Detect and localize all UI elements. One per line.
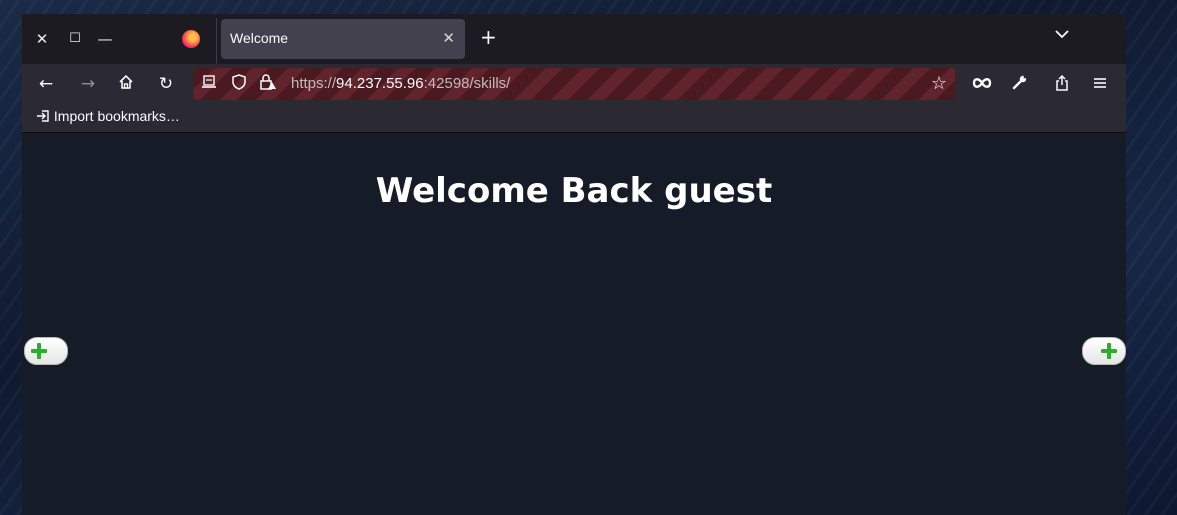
private-browsing-icon [201, 74, 217, 95]
tracking-protection-shield-icon[interactable] [231, 74, 247, 95]
add-button-right[interactable] [1082, 337, 1126, 365]
maximize-window-icon[interactable]: ☐ [65, 29, 85, 49]
bookmark-star-icon[interactable]: ☆ [931, 73, 947, 94]
browser-window: ✕ ☐ — Welcome ✕ + ← → ↻ https://94.237.5… [22, 14, 1126, 515]
tab-welcome[interactable]: Welcome ✕ [221, 19, 465, 59]
tab-separator [216, 18, 217, 64]
import-icon [37, 110, 49, 122]
infinity-icon[interactable] [972, 74, 992, 94]
url-text[interactable]: https://94.237.55.96:42598/skills/ [291, 75, 510, 92]
chevron-down-icon [1055, 30, 1069, 39]
back-button[interactable]: ← [36, 74, 56, 94]
menu-icon[interactable] [1090, 74, 1110, 94]
wrench-icon[interactable] [1010, 74, 1030, 94]
close-window-icon[interactable]: ✕ [32, 29, 52, 49]
list-all-tabs-button[interactable] [1054, 28, 1070, 44]
forward-button[interactable]: → [78, 74, 98, 94]
url-scheme: https:// [291, 75, 337, 92]
import-bookmarks-label: Import bookmarks… [53, 108, 180, 124]
firefox-logo-icon [182, 30, 200, 48]
new-tab-button[interactable]: + [480, 26, 497, 48]
add-button-left[interactable] [24, 337, 68, 365]
home-button[interactable] [116, 74, 136, 94]
tab-close-icon[interactable]: ✕ [442, 29, 455, 47]
url-bar[interactable]: https://94.237.55.96:42598/skills/ ☆ [193, 68, 955, 100]
page-content: Welcome Back guest [22, 143, 1126, 515]
home-icon [119, 74, 133, 89]
insecure-lock-icon[interactable] [259, 74, 277, 95]
import-bookmarks-button[interactable]: Import bookmarks… [36, 108, 180, 124]
nav-bar: ← → ↻ https://94.237.55.96:42598/skills/… [22, 64, 1126, 104]
url-path: :42598/skills/ [423, 75, 511, 92]
tab-bar: ✕ ☐ — Welcome ✕ + [22, 14, 1126, 64]
plus-icon [1101, 343, 1117, 359]
reload-button[interactable]: ↻ [156, 74, 176, 94]
tab-title: Welcome [230, 30, 289, 46]
minimize-window-icon[interactable]: — [95, 29, 115, 49]
url-host: 94.237.55.96 [336, 75, 424, 92]
plus-icon [31, 343, 47, 359]
page-title: Welcome Back guest [375, 171, 773, 211]
share-icon[interactable] [1052, 74, 1072, 94]
bookmarks-toolbar: Import bookmarks… [22, 104, 1126, 133]
